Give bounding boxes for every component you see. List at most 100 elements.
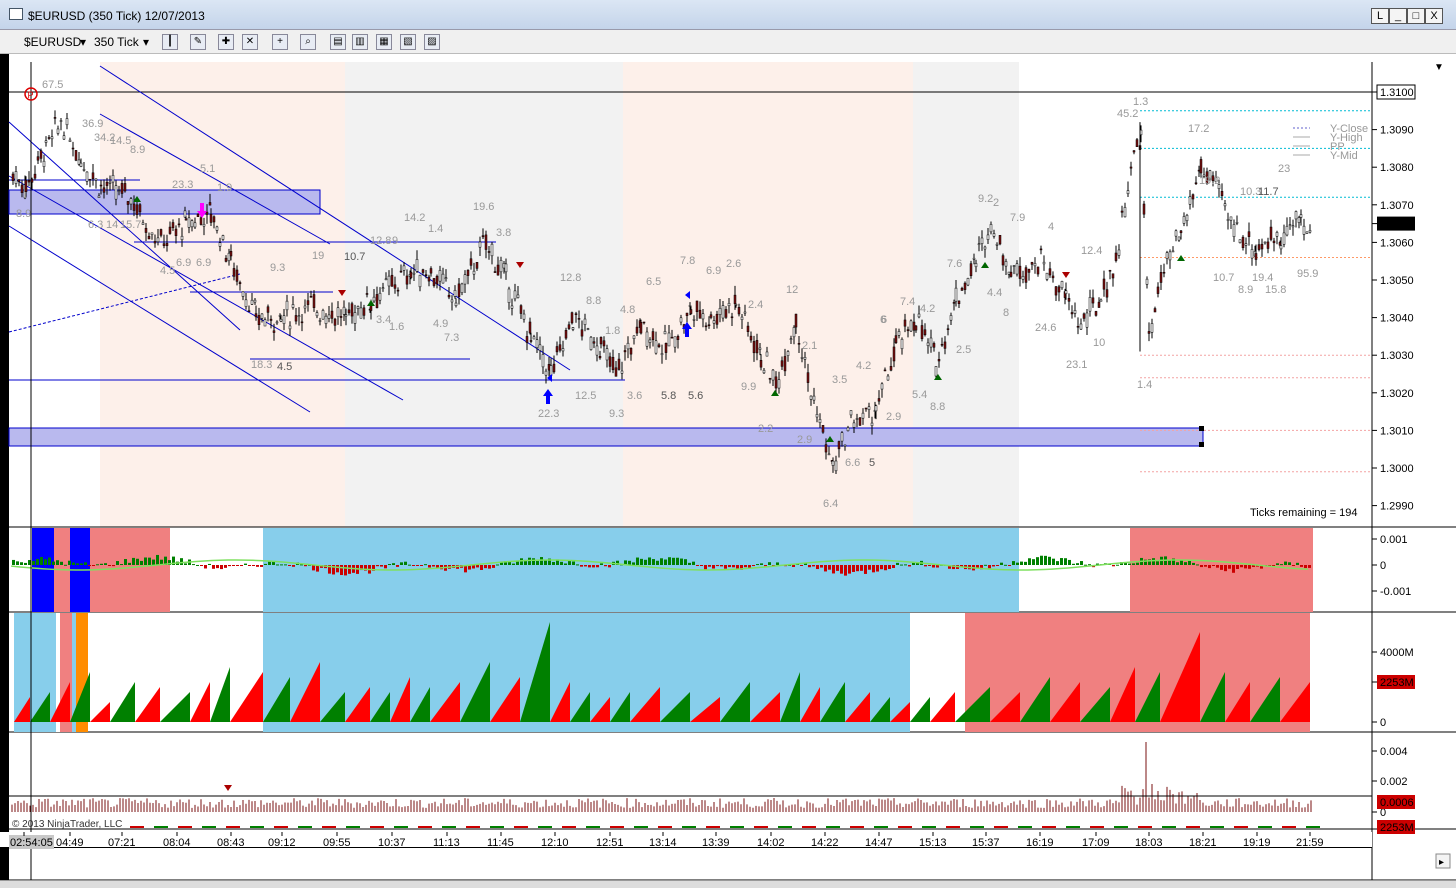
- delta-bar: [96, 564, 99, 566]
- candle-body: [977, 243, 981, 246]
- instrument-selector[interactable]: $EURUSD: [24, 34, 81, 50]
- candle-body: [525, 336, 529, 343]
- candle-body: [510, 305, 514, 309]
- chart-trader-icon[interactable]: ▦: [376, 34, 392, 50]
- window-title: $EURUSD (350 Tick) 12/07/2013: [28, 9, 205, 23]
- minimize-button[interactable]: _: [1389, 8, 1407, 24]
- instrument-dropdown-icon[interactable]: ▾: [80, 34, 86, 50]
- delta-bar: [896, 562, 899, 565]
- chart-area[interactable]: 67.536.934.214.58.923.35.11.98.96.3 14 15.…: [0, 54, 1456, 880]
- candle-body: [504, 263, 508, 273]
- candle-body: [297, 315, 301, 318]
- delta-bar: [984, 564, 987, 566]
- candle-body: [253, 299, 257, 303]
- candle-body: [399, 270, 403, 273]
- candle-body: [427, 276, 431, 282]
- candle-body: [914, 325, 918, 331]
- candle-body: [1297, 217, 1301, 223]
- volume-label: 2: [993, 197, 999, 209]
- candle-body: [1142, 203, 1146, 215]
- maximize-button[interactable]: □: [1407, 8, 1425, 24]
- candle-body: [321, 310, 325, 320]
- candle-body: [208, 202, 212, 206]
- candle-body: [715, 313, 719, 325]
- delta-bar: [1068, 559, 1071, 565]
- delta-bar: [720, 565, 723, 567]
- volume-label: 1.9: [217, 182, 232, 194]
- delta-bar: [1040, 555, 1043, 565]
- volume-label: 14.5: [110, 135, 131, 147]
- interval-dropdown-icon[interactable]: ▾: [143, 34, 149, 50]
- delta-bar: [292, 565, 295, 567]
- candle-body: [1223, 203, 1227, 207]
- pencil-icon[interactable]: ✎: [190, 34, 206, 50]
- delta-bar: [156, 554, 159, 565]
- delta-bar: [1192, 562, 1195, 565]
- delta-bar: [92, 565, 95, 566]
- close-button[interactable]: X: [1425, 8, 1443, 24]
- volume-label: 12.8: [560, 272, 581, 284]
- candle-body: [56, 128, 60, 134]
- delta-bar: [1024, 561, 1027, 565]
- candle-body: [1197, 169, 1201, 172]
- delta-bar: [488, 565, 491, 569]
- crosshair-remove-icon[interactable]: ✕: [242, 34, 258, 50]
- candle-body: [193, 222, 197, 228]
- candle-body: [592, 341, 596, 344]
- candle-body: [867, 406, 871, 410]
- candle-body: [846, 427, 850, 432]
- candle-body: [912, 321, 916, 331]
- volume-label: 8.9: [130, 144, 145, 156]
- candle-body: [196, 213, 200, 217]
- candle-body: [496, 264, 500, 276]
- link-button[interactable]: L: [1371, 8, 1389, 24]
- interval-selector[interactable]: 350 Tick: [94, 34, 139, 50]
- delta-bar: [1044, 555, 1047, 565]
- candle-body: [272, 330, 276, 333]
- delta-panel: 0.001 0 -0.001: [11, 528, 1411, 612]
- delta-bar: [592, 565, 595, 568]
- volume-axis-label: 2253M: [1380, 677, 1414, 689]
- time-axis-label: 14:22: [811, 837, 839, 849]
- delta-bar: [572, 561, 575, 565]
- candle-body: [108, 181, 112, 184]
- delta-bar: [560, 561, 563, 565]
- crosshair-icon[interactable]: +: [272, 34, 288, 50]
- delta-bar: [820, 565, 823, 568]
- delta-bar: [1036, 557, 1039, 565]
- delta-bar: [520, 558, 523, 565]
- session-backgrounds: [100, 62, 1019, 527]
- candle-body: [589, 336, 593, 350]
- delta-bar: [16, 561, 19, 565]
- crosshair-add-icon[interactable]: ✚: [218, 34, 234, 50]
- delta-bar: [1240, 565, 1243, 568]
- volume-label: 11.7: [1258, 186, 1279, 198]
- candle-body: [809, 395, 813, 400]
- volume-label: 9.9: [741, 381, 756, 393]
- data-box-icon[interactable]: ▧: [400, 34, 416, 50]
- indicator-icon[interactable]: ▥: [352, 34, 368, 50]
- candle-body: [759, 359, 763, 368]
- delta-bar: [776, 562, 779, 565]
- volume-label: 1.4: [1137, 379, 1152, 391]
- zoom-icon[interactable]: ⌕: [300, 34, 316, 50]
- delta-bar: [576, 564, 579, 566]
- strategy-icon[interactable]: ▤: [330, 34, 346, 50]
- zone-handle: [1199, 426, 1204, 431]
- bar-type-icon[interactable]: ┃: [162, 34, 178, 50]
- properties-icon[interactable]: ▨: [424, 34, 440, 50]
- candle-body: [88, 178, 92, 181]
- delta-bar: [604, 565, 607, 567]
- candle-body: [1024, 267, 1028, 283]
- candle-body: [1111, 273, 1115, 279]
- delta-bar: [1060, 558, 1063, 565]
- delta-bar: [432, 565, 435, 567]
- candle-body: [626, 342, 630, 350]
- candle-body: [138, 204, 142, 213]
- volume-label: 2.4: [748, 299, 763, 311]
- candle-body: [831, 460, 835, 466]
- volume-label: 4.5: [277, 361, 292, 373]
- candle-body: [132, 203, 136, 211]
- time-axis-label: 12:51: [596, 837, 624, 849]
- price-tick-label: 1.3010: [1380, 425, 1414, 437]
